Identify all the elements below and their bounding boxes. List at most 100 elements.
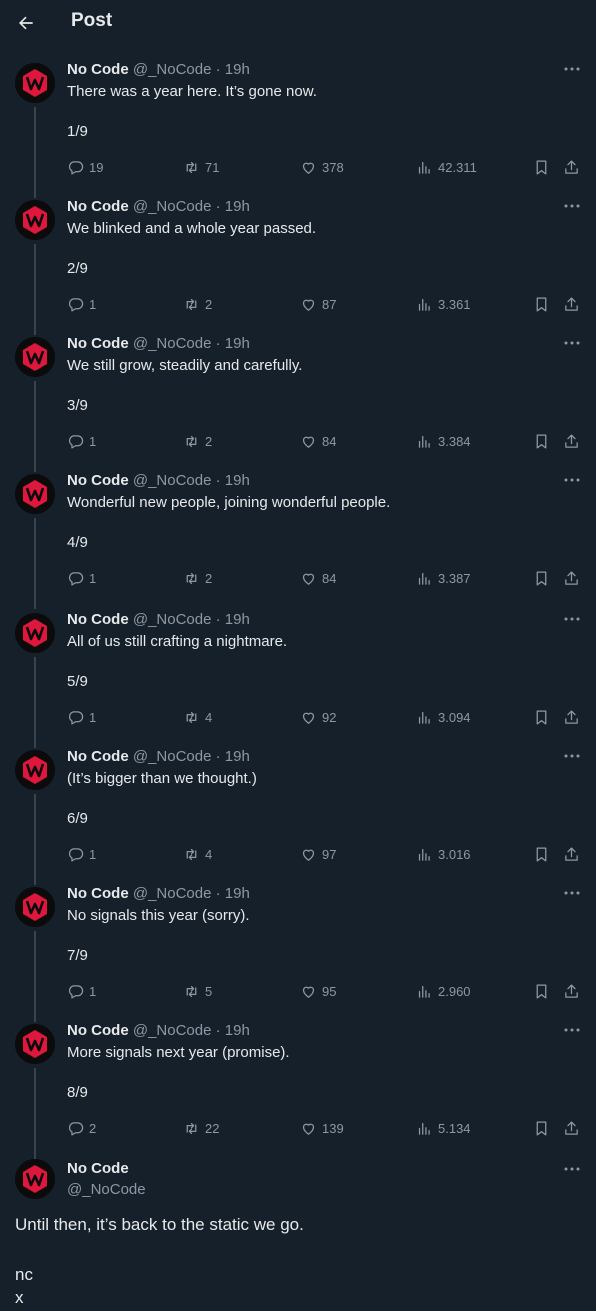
tweet[interactable]: No Code @_NoCode · 19h More signals next…	[0, 1022, 596, 1159]
views-button[interactable]: 5.134	[416, 1117, 471, 1139]
author-name[interactable]: No Code	[67, 61, 129, 78]
views-button[interactable]: 3.384	[416, 430, 471, 452]
tweet[interactable]: No Code @_NoCode · 19h There was a year …	[0, 61, 596, 198]
like-button[interactable]: 97	[300, 843, 336, 865]
author-handle[interactable]: @_NoCode	[133, 472, 212, 489]
tweet[interactable]: No Code @_NoCode · 19h Wonderful new peo…	[0, 472, 596, 609]
author-name[interactable]: No Code	[67, 335, 129, 352]
timestamp[interactable]: 19h	[225, 885, 250, 902]
back-button[interactable]	[14, 11, 38, 35]
more-options-button[interactable]	[562, 335, 582, 351]
share-button[interactable]	[563, 980, 580, 1002]
tweet[interactable]: No Code @_NoCode · 19h We blinked and a …	[0, 198, 596, 335]
like-button[interactable]: 139	[300, 1117, 344, 1139]
like-button[interactable]: 378	[300, 156, 344, 178]
more-options-button[interactable]	[562, 61, 582, 77]
bookmark-button[interactable]	[533, 430, 550, 452]
bookmark-button[interactable]	[533, 293, 550, 315]
timestamp[interactable]: 19h	[225, 335, 250, 352]
author-name[interactable]: No Code	[67, 198, 129, 215]
avatar[interactable]	[15, 474, 55, 514]
more-options-button[interactable]	[562, 472, 582, 488]
like-button[interactable]: 84	[300, 567, 336, 589]
repost-button[interactable]: 4	[183, 706, 212, 728]
timestamp[interactable]: 19h	[225, 198, 250, 215]
reply-button[interactable]: 1	[67, 567, 96, 589]
author-handle[interactable]: @_NoCode	[133, 61, 212, 78]
author-handle[interactable]: @_NoCode	[133, 748, 212, 765]
author-handle[interactable]: @_NoCode	[133, 198, 212, 215]
repost-button[interactable]: 5	[183, 980, 212, 1002]
avatar[interactable]	[15, 63, 55, 103]
author-name[interactable]: No Code	[67, 748, 129, 765]
reply-button[interactable]: 1	[67, 843, 96, 865]
bookmark-button[interactable]	[533, 567, 550, 589]
views-button[interactable]: 3.094	[416, 706, 471, 728]
avatar[interactable]	[15, 887, 55, 927]
timestamp[interactable]: 19h	[225, 748, 250, 765]
more-options-button[interactable]	[562, 885, 582, 901]
like-button[interactable]: 84	[300, 430, 336, 452]
repost-button[interactable]: 2	[183, 430, 212, 452]
timestamp[interactable]: 19h	[225, 472, 250, 489]
timestamp[interactable]: 19h	[225, 1022, 250, 1039]
share-button[interactable]	[563, 430, 580, 452]
reply-button[interactable]: 1	[67, 706, 96, 728]
more-options-button[interactable]	[562, 1022, 582, 1038]
reply-button[interactable]: 1	[67, 430, 96, 452]
author-handle[interactable]: @_NoCode	[67, 1181, 146, 1198]
like-button[interactable]: 92	[300, 706, 336, 728]
more-options-button[interactable]	[562, 611, 582, 627]
avatar[interactable]	[15, 337, 55, 377]
tweet[interactable]: No Code @_NoCode · 19h All of us still c…	[0, 611, 596, 748]
bookmark-button[interactable]	[533, 156, 550, 178]
author-handle[interactable]: @_NoCode	[133, 1022, 212, 1039]
avatar[interactable]	[15, 750, 55, 790]
more-options-button[interactable]	[562, 198, 582, 214]
share-button[interactable]	[563, 1117, 580, 1139]
bookmark-button[interactable]	[533, 1117, 550, 1139]
final-tweet[interactable]: No Code @_NoCode Until then, it’s back t…	[0, 1157, 596, 1311]
repost-button[interactable]: 4	[183, 843, 212, 865]
reply-button[interactable]: 19	[67, 156, 103, 178]
tweet[interactable]: No Code @_NoCode · 19h We still grow, st…	[0, 335, 596, 472]
views-button[interactable]: 3.361	[416, 293, 471, 315]
author-name[interactable]: No Code	[67, 885, 129, 902]
avatar[interactable]	[15, 613, 55, 653]
views-button[interactable]: 3.016	[416, 843, 471, 865]
timestamp[interactable]: 19h	[225, 611, 250, 628]
author-name[interactable]: No Code	[67, 472, 129, 489]
share-button[interactable]	[563, 156, 580, 178]
author-handle[interactable]: @_NoCode	[133, 885, 212, 902]
author-handle[interactable]: @_NoCode	[133, 335, 212, 352]
share-button[interactable]	[563, 567, 580, 589]
more-options-button[interactable]	[562, 748, 582, 764]
avatar[interactable]	[15, 200, 55, 240]
repost-button[interactable]: 71	[183, 156, 219, 178]
views-button[interactable]: 42.311	[416, 156, 477, 178]
reply-button[interactable]: 2	[67, 1117, 96, 1139]
like-button[interactable]: 87	[300, 293, 336, 315]
tweet[interactable]: No Code @_NoCode · 19h No signals this y…	[0, 885, 596, 1022]
author-name[interactable]: No Code	[67, 611, 129, 628]
views-button[interactable]: 2.960	[416, 980, 471, 1002]
tweet[interactable]: No Code @_NoCode · 19h (It’s bigger than…	[0, 748, 596, 885]
avatar[interactable]	[15, 1159, 55, 1199]
reply-button[interactable]: 1	[67, 293, 96, 315]
avatar[interactable]	[15, 1024, 55, 1064]
like-button[interactable]: 95	[300, 980, 336, 1002]
repost-button[interactable]: 22	[183, 1117, 219, 1139]
share-button[interactable]	[563, 293, 580, 315]
share-button[interactable]	[563, 843, 580, 865]
views-button[interactable]: 3.387	[416, 567, 471, 589]
bookmark-button[interactable]	[533, 843, 550, 865]
bookmark-button[interactable]	[533, 980, 550, 1002]
timestamp[interactable]: 19h	[225, 61, 250, 78]
author-handle[interactable]: @_NoCode	[133, 611, 212, 628]
reply-button[interactable]: 1	[67, 980, 96, 1002]
more-options-button[interactable]	[562, 1161, 582, 1177]
repost-button[interactable]: 2	[183, 293, 212, 315]
repost-button[interactable]: 2	[183, 567, 212, 589]
author-name[interactable]: No Code	[67, 1160, 129, 1177]
share-button[interactable]	[563, 706, 580, 728]
